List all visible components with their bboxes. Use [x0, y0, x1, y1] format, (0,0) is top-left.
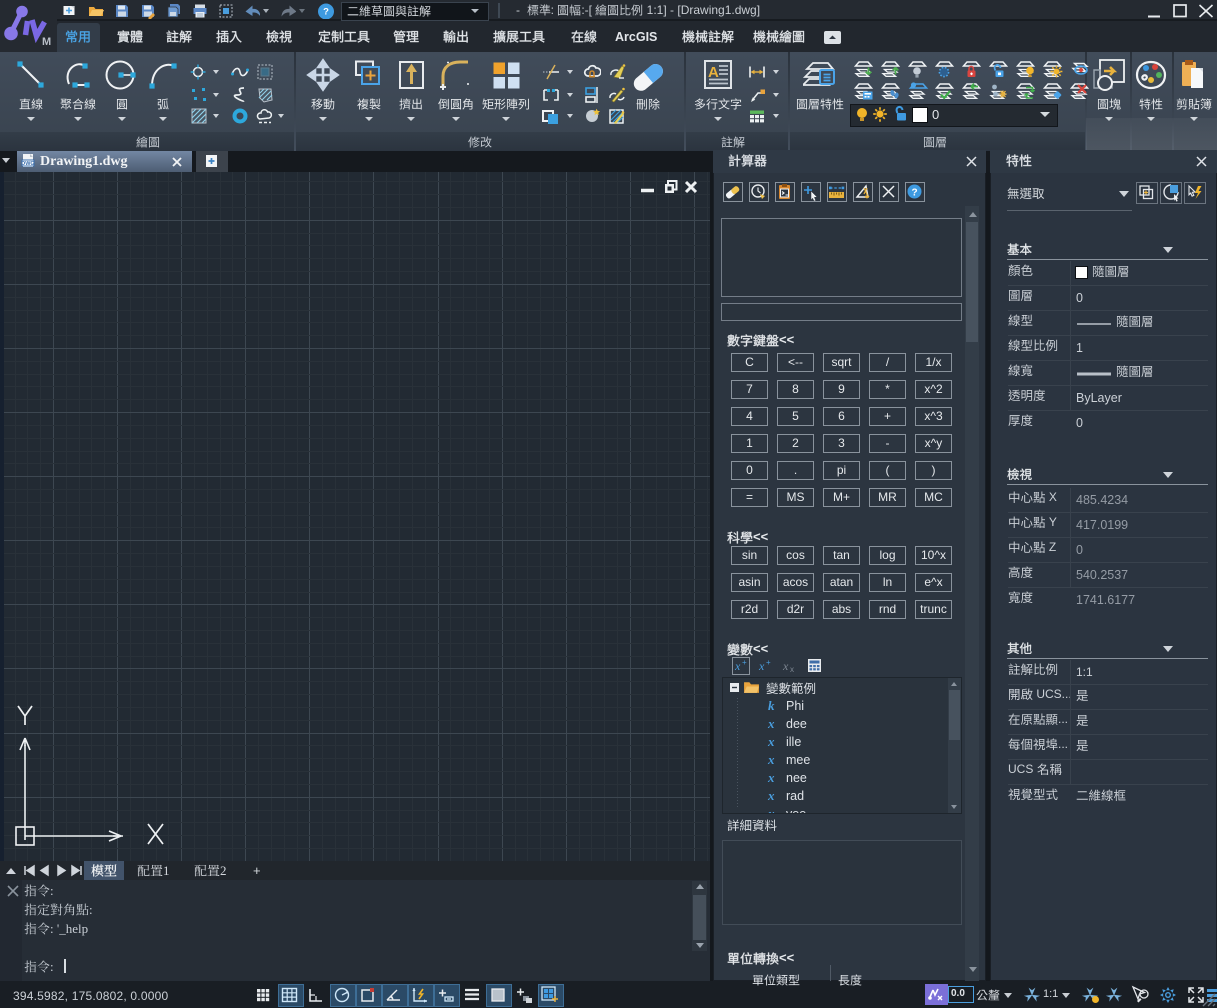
svg-text:M: M	[42, 36, 51, 48]
svg-text:+: +	[742, 658, 747, 667]
svg-text:x: x	[782, 659, 789, 673]
svg-text:A: A	[708, 64, 719, 81]
svg-text:x: x	[734, 659, 741, 673]
svg-text:+: +	[766, 658, 771, 667]
svg-text:?: ?	[911, 188, 917, 199]
svg-text:DWG: DWG	[21, 161, 34, 167]
svg-text:?: ?	[323, 7, 329, 18]
svg-text:x: x	[790, 665, 794, 674]
svg-text:x: x	[758, 659, 765, 673]
